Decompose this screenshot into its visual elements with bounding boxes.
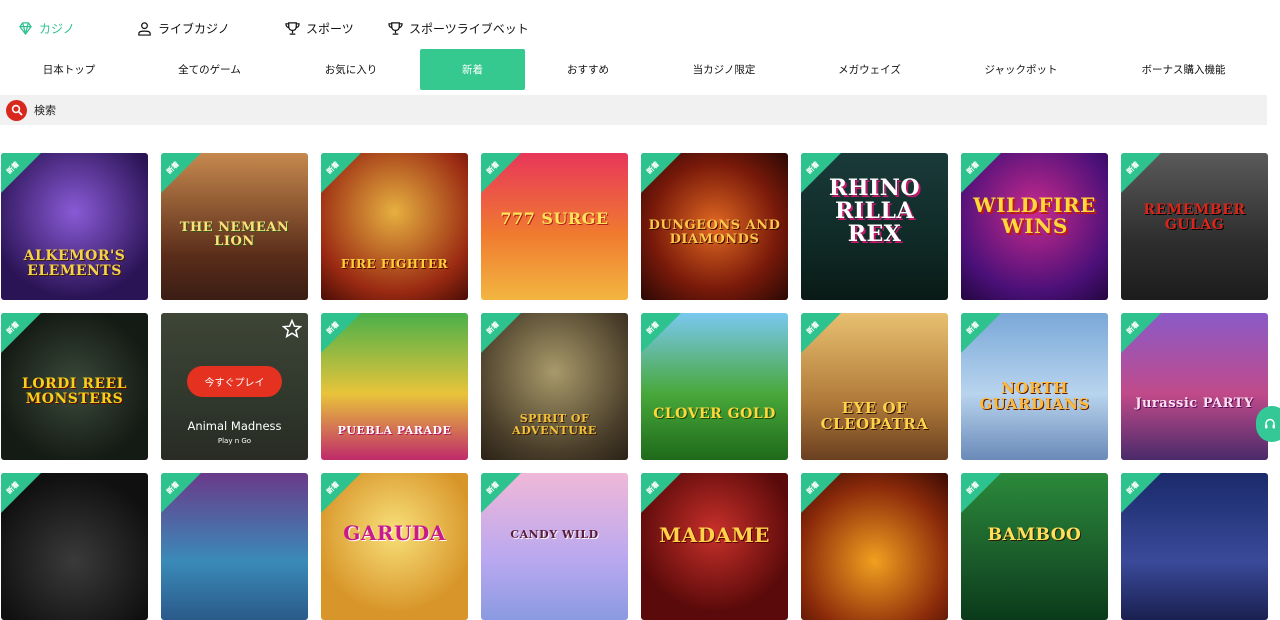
new-badge <box>321 473 361 513</box>
dealer-icon <box>138 22 151 36</box>
diamond-icon <box>19 22 32 36</box>
category-exclusive[interactable]: 当カジノ限定 <box>651 49 797 90</box>
trophy-icon <box>285 22 300 35</box>
game-title: FIRE FIGHTER <box>340 257 449 271</box>
search-bar[interactable]: 検索 <box>0 95 1267 125</box>
new-badge <box>641 313 681 353</box>
category-bar: 日本トップ 全てのゲーム お気に入り 新着 おすすめ 当カジノ限定 メガウェイズ… <box>0 49 1280 90</box>
play-now-button[interactable]: 今すぐプレイ <box>187 366 282 397</box>
game-tile[interactable]: BAMBOO 新着 <box>961 473 1108 620</box>
game-title: DUNGEONS AND DIAMONDS <box>648 218 781 247</box>
game-tile[interactable]: DUNGEONS AND DIAMONDS 新着 <box>641 153 788 300</box>
tab-live-casino[interactable]: ライブカジノ <box>137 20 230 37</box>
game-title: NORTH GUARDIANS <box>979 379 1090 413</box>
search-label: 検索 <box>34 104 56 117</box>
game-tile[interactable]: EYE OF CLEOPATRA 新着 <box>801 313 948 460</box>
game-tile[interactable]: GARUDA 新着 <box>321 473 468 620</box>
category-jackpot[interactable]: ジャックポット <box>942 49 1100 90</box>
new-badge <box>1 313 41 353</box>
game-title: MADAME <box>659 523 770 547</box>
game-tile[interactable]: Jurassic PARTY 新着 <box>1121 313 1268 460</box>
new-badge <box>1121 313 1161 353</box>
game-title: CLOVER GOLD <box>653 406 776 422</box>
game-title: Jurassic PARTY <box>1135 396 1254 411</box>
new-badge <box>961 313 1001 353</box>
new-badge <box>801 473 841 513</box>
tab-sports[interactable]: スポーツ <box>285 20 354 37</box>
support-chat-button[interactable] <box>1256 406 1280 442</box>
game-tile[interactable]: REMEMBER GULAG 新着 <box>1121 153 1268 300</box>
game-title: SPIRIT OF ADVENTURE <box>512 412 597 437</box>
new-badge <box>961 473 1001 513</box>
search-icon[interactable] <box>6 99 27 121</box>
game-tile[interactable]: CLOVER GOLD 新着 <box>641 313 788 460</box>
game-tile[interactable]: 新着 <box>1121 473 1268 620</box>
game-title: EYE OF CLEOPATRA <box>820 399 929 433</box>
game-title: WILDFIRE WINS <box>973 193 1096 238</box>
game-tile[interactable]: THE NEMEAN LION 新着 <box>161 153 308 300</box>
game-title: Animal Madness <box>187 419 282 433</box>
tab-casino-label: カジノ <box>39 22 75 36</box>
new-badge <box>161 473 201 513</box>
new-badge <box>801 313 841 353</box>
game-title: ALKEMOR'S ELEMENTS <box>23 248 126 279</box>
tab-live-casino-label: ライブカジノ <box>158 22 230 36</box>
game-title: GARUDA <box>343 521 446 545</box>
tab-casino[interactable]: カジノ <box>18 20 75 37</box>
game-tile[interactable]: NORTH GUARDIANS 新着 <box>961 313 1108 460</box>
new-badge <box>481 153 521 193</box>
new-badge <box>161 153 201 193</box>
new-badge <box>1 153 41 193</box>
game-tile[interactable]: SPIRIT OF ADVENTURE 新着 <box>481 313 628 460</box>
new-badge <box>641 473 681 513</box>
category-new[interactable]: 新着 <box>420 49 525 90</box>
game-title: CANDY WILD <box>510 528 599 541</box>
game-tile[interactable]: RHINO RILLA REX 新着 <box>801 153 948 300</box>
game-tile[interactable]: PUEBLA PARADE 新着 <box>321 313 468 460</box>
game-tile[interactable]: LORDI REEL MONSTERS 新着 <box>1 313 148 460</box>
game-tile[interactable]: ALKEMOR'S ELEMENTS 新着 <box>1 153 148 300</box>
game-tile[interactable]: CANDY WILD 新着 <box>481 473 628 620</box>
new-badge <box>961 153 1001 193</box>
game-tile[interactable]: 新着 <box>801 473 948 620</box>
game-tile[interactable]: MADAME 新着 <box>641 473 788 620</box>
headset-icon <box>1265 418 1275 429</box>
game-title: THE NEMEAN LION <box>179 220 290 249</box>
category-recommended[interactable]: おすすめ <box>525 49 651 90</box>
game-tile[interactable]: WILDFIRE WINS 新着 <box>961 153 1108 300</box>
game-provider: Play n Go <box>217 437 252 445</box>
game-title: 777 SURGE <box>500 209 609 228</box>
favorite-star-icon[interactable] <box>282 319 302 339</box>
game-tile[interactable]: 777 SURGE 新着 <box>481 153 628 300</box>
category-japan-top[interactable]: 日本トップ <box>0 49 138 90</box>
new-badge <box>321 153 361 193</box>
game-title: PUEBLA PARADE <box>337 424 452 437</box>
tab-sports-label: スポーツ <box>306 22 354 36</box>
new-badge <box>1 473 41 513</box>
game-tile-hovered[interactable]: 今すぐプレイ Animal Madness Play n Go <box>161 313 308 460</box>
new-badge <box>1121 473 1161 513</box>
new-badge <box>641 153 681 193</box>
category-megaways[interactable]: メガウェイズ <box>797 49 942 90</box>
trophy-icon <box>388 22 403 35</box>
new-badge <box>1121 153 1161 193</box>
game-tile[interactable]: FIRE FIGHTER 新着 <box>321 153 468 300</box>
game-title: REMEMBER GULAG <box>1143 202 1246 233</box>
category-all-games[interactable]: 全てのゲーム <box>138 49 281 90</box>
category-favorites[interactable]: お気に入り <box>281 49 421 90</box>
tab-sports-live[interactable]: スポーツライブベット <box>388 20 529 37</box>
game-title: LORDI REEL MONSTERS <box>21 376 128 407</box>
game-title: BAMBOO <box>987 525 1082 545</box>
tab-sports-live-label: スポーツライブベット <box>409 22 529 36</box>
new-badge <box>801 153 841 193</box>
game-tile[interactable]: 新着 <box>161 473 308 620</box>
game-tile[interactable]: 新着 <box>1 473 148 620</box>
new-badge <box>481 313 521 353</box>
new-badge <box>481 473 521 513</box>
category-bonus-buy[interactable]: ボーナス購入機能 <box>1100 49 1267 90</box>
new-badge <box>321 313 361 353</box>
